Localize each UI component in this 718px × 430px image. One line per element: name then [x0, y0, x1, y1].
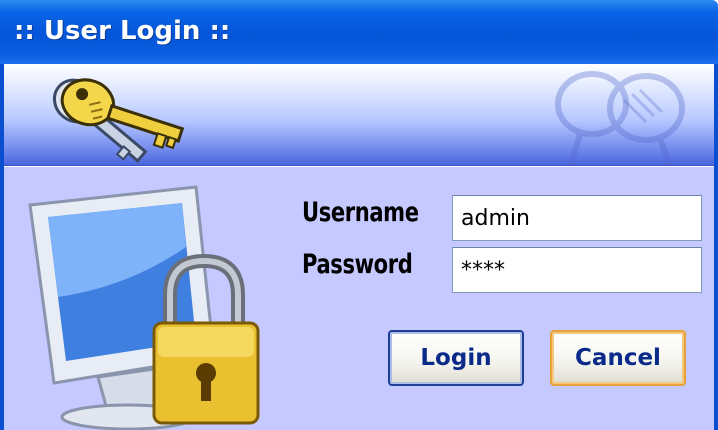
username-input[interactable]	[452, 195, 702, 241]
window-title: :: User Login ::	[14, 16, 231, 46]
keys-watermark-icon	[555, 71, 685, 165]
window-border-left	[0, 64, 4, 430]
login-button[interactable]: Login	[388, 330, 524, 386]
title-bar[interactable]: :: User Login ::	[0, 0, 718, 64]
cancel-button[interactable]: Cancel	[550, 330, 686, 386]
cancel-button-label: Cancel	[575, 345, 661, 371]
login-button-label: Login	[420, 345, 492, 371]
window-border-right	[714, 64, 718, 430]
header-banner	[0, 64, 718, 166]
monitor-lock-icon	[28, 185, 260, 430]
password-input[interactable]	[452, 247, 702, 293]
username-label: Username	[302, 197, 419, 228]
login-dialog: :: User Login :: Username admin Password…	[0, 0, 718, 430]
password-label: Password	[302, 249, 413, 280]
form-panel: Username Password Login Cancel	[0, 167, 718, 430]
keys-icon	[52, 78, 185, 163]
